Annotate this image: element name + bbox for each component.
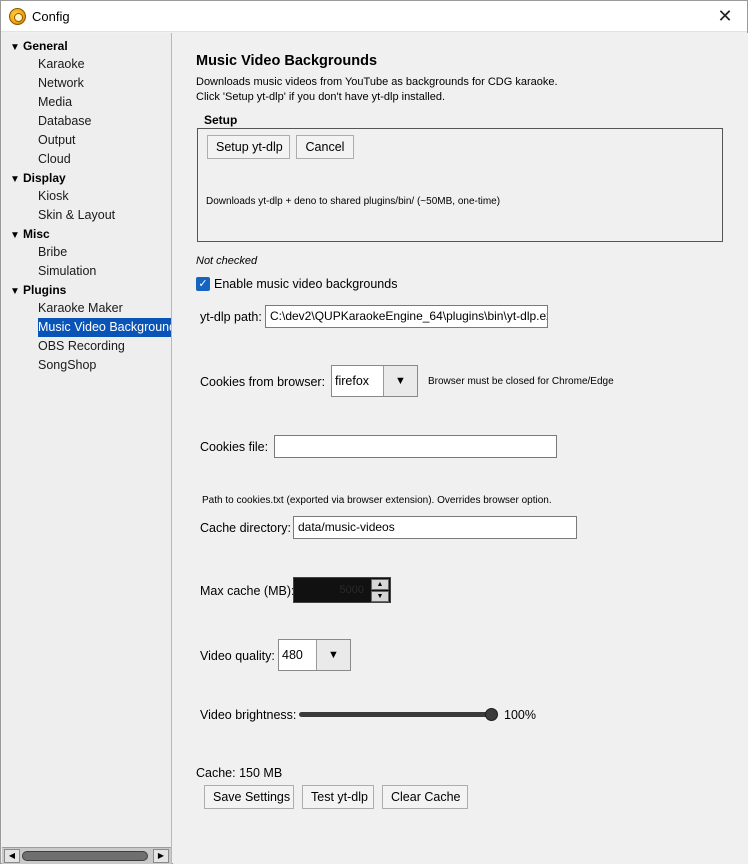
max-cache-label: Max cache (MB): (200, 584, 295, 598)
cookies-browser-value: firefox (335, 374, 370, 388)
save-settings-button[interactable]: Save Settings (204, 785, 294, 809)
spinner-down-icon[interactable]: ▼ (371, 591, 389, 602)
settings-tree: ▼ General Karaoke Network Media Database … (2, 33, 172, 864)
video-brightness-label: Video brightness: (200, 708, 297, 722)
description-line-1: Downloads music videos from YouTube as b… (196, 76, 558, 88)
video-quality-select[interactable]: 480 ▼ (278, 639, 351, 671)
cookies-browser-select[interactable]: firefox ▼ (331, 365, 418, 397)
dropdown-arrow-icon[interactable]: ▼ (316, 640, 350, 670)
cookies-file-field[interactable] (274, 435, 557, 458)
cache-directory-field[interactable]: data/music-videos (293, 516, 577, 539)
expand-arrow-icon: ▼ (10, 286, 20, 297)
expand-arrow-icon: ▼ (10, 174, 20, 185)
brightness-slider-thumb[interactable] (485, 708, 498, 721)
enable-checkbox[interactable]: ✓ (196, 277, 210, 291)
cancel-button[interactable]: Cancel (296, 135, 354, 159)
config-window: Config ✕ ▼ General Karaoke Network Media … (0, 0, 748, 864)
sidebar-horizontal-scrollbar[interactable]: ◀ ▶ (2, 847, 171, 864)
setup-note: Downloads yt-dlp + deno to shared plugin… (206, 196, 501, 207)
brightness-slider-track[interactable] (299, 712, 493, 717)
tree-item-simulation[interactable]: Simulation (38, 262, 96, 281)
cache-info: Cache: 150 MB (196, 766, 283, 780)
brightness-value: 100% (504, 708, 536, 722)
page-title: Music Video Backgrounds (196, 53, 378, 69)
tree-item-network[interactable]: Network (38, 74, 84, 93)
scroll-right-icon[interactable]: ▶ (153, 849, 169, 863)
test-ytdlp-button[interactable]: Test yt-dlp (302, 785, 374, 809)
max-cache-spinner[interactable]: 5000 ▲ ▼ (293, 577, 391, 603)
window-title: Config (32, 9, 70, 24)
cookies-file-label: Cookies file: (200, 440, 269, 454)
video-quality-label: Video quality: (200, 649, 275, 663)
settings-panel: Music Video Backgrounds Downloads music … (173, 33, 748, 864)
spinner-up-icon[interactable]: ▲ (371, 579, 389, 590)
cache-directory-label: Cache directory: (200, 521, 292, 535)
app-icon (9, 8, 26, 25)
tree-group-general[interactable]: ▼ General (10, 37, 68, 55)
tree-group-display[interactable]: ▼ Display (10, 169, 66, 187)
tree-item-songshop[interactable]: SongShop (38, 356, 96, 375)
close-icon[interactable]: ✕ (703, 1, 747, 32)
scroll-left-icon[interactable]: ◀ (4, 849, 20, 863)
description-line-2: Click 'Setup yt-dlp' if you don't have y… (196, 91, 446, 103)
max-cache-value: 5000 (339, 584, 364, 596)
setup-section: Setup yt-dlp Cancel Downloads yt-dlp + d… (197, 128, 723, 242)
ytdlp-path-field[interactable]: C:\dev2\QUPKaraokeEngine_64\plugins\bin\… (265, 305, 548, 328)
tree-item-skin-layout[interactable]: Skin & Layout (38, 206, 115, 225)
ytdlp-path-label: yt-dlp path: (200, 310, 262, 324)
setup-section-title: Setup (204, 113, 238, 127)
tree-item-database[interactable]: Database (38, 112, 92, 131)
tree-item-kiosk[interactable]: Kiosk (38, 187, 69, 206)
dropdown-arrow-icon[interactable]: ▼ (383, 366, 417, 396)
cookies-browser-label: Cookies from browser: (200, 375, 326, 389)
tree-item-music-video-backgrounds[interactable]: Music Video Backgrounds (38, 318, 171, 337)
expand-arrow-icon: ▼ (10, 42, 20, 53)
tree-item-output[interactable]: Output (38, 131, 76, 150)
cookies-browser-hint: Browser must be closed for Chrome/Edge (428, 376, 614, 387)
title-bar: Config ✕ (1, 1, 747, 32)
clear-cache-button[interactable]: Clear Cache (382, 785, 468, 809)
tree-item-cloud[interactable]: Cloud (38, 150, 71, 169)
scrollbar-thumb[interactable] (22, 851, 148, 861)
status-text: Not checked (196, 255, 258, 267)
tree-item-karaoke-maker[interactable]: Karaoke Maker (38, 299, 123, 318)
video-quality-value: 480 (282, 648, 303, 662)
expand-arrow-icon: ▼ (10, 230, 20, 241)
enable-checkbox-label: Enable music video backgrounds (214, 277, 398, 291)
tree-item-bribe[interactable]: Bribe (38, 243, 67, 262)
tree-group-plugins[interactable]: ▼ Plugins (10, 281, 66, 299)
cookies-file-hint: Path to cookies.txt (exported via browse… (202, 495, 552, 506)
tree-item-media[interactable]: Media (38, 93, 72, 112)
tree-item-karaoke[interactable]: Karaoke (38, 55, 85, 74)
tree-group-misc[interactable]: ▼ Misc (10, 225, 50, 243)
setup-ytdlp-button[interactable]: Setup yt-dlp (207, 135, 290, 159)
tree-item-obs-recording[interactable]: OBS Recording (38, 337, 125, 356)
